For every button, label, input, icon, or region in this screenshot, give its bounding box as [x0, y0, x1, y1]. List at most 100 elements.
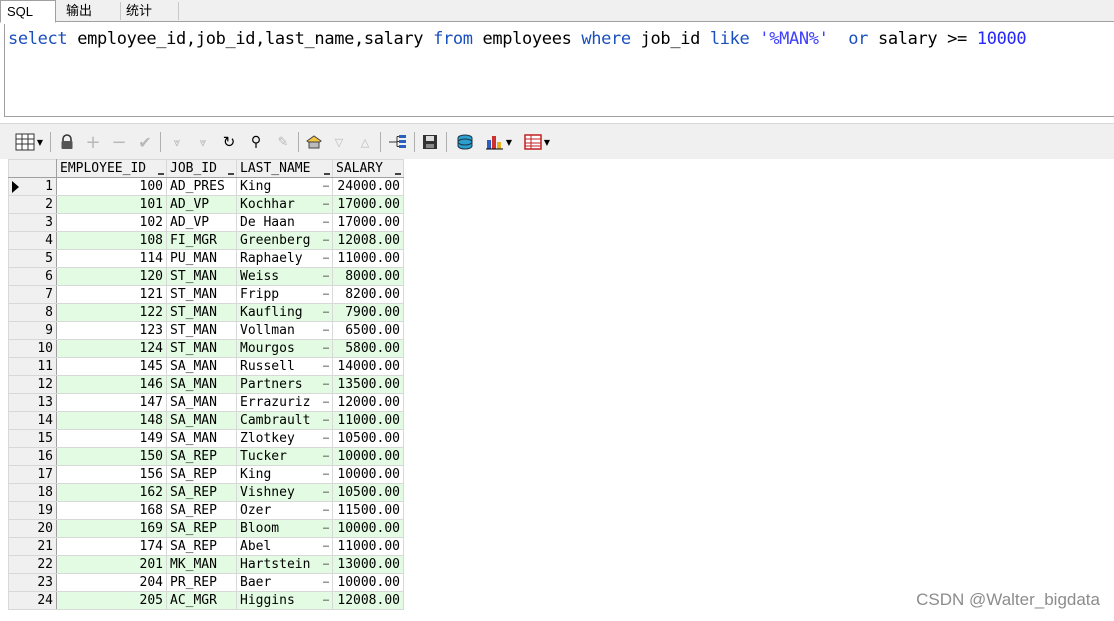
cell-job-id[interactable]: SA_REP [166, 447, 237, 466]
tab-output[interactable]: 输出 [60, 0, 118, 22]
ellipsis-icon[interactable]: … [323, 179, 329, 194]
cell-employee-id[interactable]: 121 [56, 285, 167, 304]
cell-last-name[interactable]: Fripp… [236, 285, 333, 304]
table-row[interactable]: 13 147 SA_MAN Errazuriz … 12000.00 [8, 393, 404, 412]
cell-job-id[interactable]: SA_REP [166, 501, 237, 520]
cell-last-name[interactable]: Mourgos… [236, 339, 333, 358]
row-number[interactable]: 16 [8, 447, 57, 466]
cell-employee-id[interactable]: 123 [56, 321, 167, 340]
cell-job-id[interactable]: SA_MAN [166, 375, 237, 394]
column-resize-handle[interactable] [395, 173, 401, 175]
column-header-salary[interactable]: SALARY [332, 159, 404, 178]
table-row[interactable]: 12 146 SA_MAN Partners … 13500.00 [8, 375, 404, 394]
table-row[interactable]: 9 123 ST_MAN Vollman … 6500.00 [8, 321, 404, 340]
cell-job-id[interactable]: SA_MAN [166, 411, 237, 430]
cell-last-name[interactable]: Greenberg… [236, 231, 333, 250]
delete-record-icon[interactable]: − [110, 132, 128, 153]
cell-job-id[interactable]: SA_MAN [166, 393, 237, 412]
ellipsis-icon[interactable]: … [323, 485, 329, 500]
cell-employee-id[interactable]: 201 [56, 555, 167, 574]
ellipsis-icon[interactable]: … [323, 251, 329, 266]
sql-statement[interactable]: select employee_id,job_id,last_name,sala… [8, 27, 1027, 51]
cell-salary[interactable]: 10000.00 [332, 465, 404, 484]
cell-job-id[interactable]: SA_REP [166, 483, 237, 502]
row-number[interactable]: 8 [8, 303, 57, 322]
cell-job-id[interactable]: AD_VP [166, 213, 237, 232]
cell-last-name[interactable]: Zlotkey… [236, 429, 333, 448]
cell-last-name[interactable]: Vishney… [236, 483, 333, 502]
cell-salary[interactable]: 17000.00 [332, 213, 404, 232]
row-number[interactable]: 11 [8, 357, 57, 376]
save-icon[interactable] [420, 132, 440, 152]
query-all-icon[interactable]: ⩔ [194, 132, 212, 152]
cell-job-id[interactable]: SA_REP [166, 537, 237, 556]
clear-icon[interactable]: ✎ [274, 132, 292, 152]
row-number[interactable]: 24 [8, 591, 57, 610]
ellipsis-icon[interactable]: … [323, 197, 329, 212]
column-resize-handle[interactable] [158, 173, 164, 175]
cell-last-name[interactable]: Bloom… [236, 519, 333, 538]
table-row[interactable]: 11 145 SA_MAN Russell … 14000.00 [8, 357, 404, 376]
cell-salary[interactable]: 12008.00 [332, 591, 404, 610]
cell-salary[interactable]: 10000.00 [332, 447, 404, 466]
cell-employee-id[interactable]: 122 [56, 303, 167, 322]
tab-sql[interactable]: SQL [0, 0, 56, 23]
row-number[interactable]: 7 [8, 285, 57, 304]
row-number[interactable]: 12 [8, 375, 57, 394]
cell-salary[interactable]: 10500.00 [332, 429, 404, 448]
row-number[interactable]: 23 [8, 573, 57, 592]
table-row[interactable]: 3 102 AD_VP De Haan … 17000.00 [8, 213, 404, 232]
ellipsis-icon[interactable]: … [323, 215, 329, 230]
row-number[interactable]: 3 [8, 213, 57, 232]
single-record-icon[interactable] [304, 132, 324, 152]
cell-salary[interactable]: 7900.00 [332, 303, 404, 322]
cell-last-name[interactable]: Abel… [236, 537, 333, 556]
cell-last-name[interactable]: Ozer… [236, 501, 333, 520]
export-icon[interactable] [454, 132, 476, 152]
grid-options-icon[interactable]: ▼ [12, 132, 46, 152]
table-row[interactable]: 18 162 SA_REP Vishney … 10500.00 [8, 483, 404, 502]
cell-employee-id[interactable]: 148 [56, 411, 167, 430]
ellipsis-icon[interactable]: … [323, 359, 329, 374]
table-row[interactable]: 14 148 SA_MAN Cambrault … 11000.00 [8, 411, 404, 430]
query-tree-icon[interactable] [386, 132, 408, 152]
cell-employee-id[interactable]: 145 [56, 357, 167, 376]
ellipsis-icon[interactable]: … [323, 305, 329, 320]
cell-job-id[interactable]: ST_MAN [166, 321, 237, 340]
cell-salary[interactable]: 6500.00 [332, 321, 404, 340]
cell-job-id[interactable]: AC_MGR [166, 591, 237, 610]
cell-job-id[interactable]: FI_MGR [166, 231, 237, 250]
cell-employee-id[interactable]: 120 [56, 267, 167, 286]
cell-salary[interactable]: 12000.00 [332, 393, 404, 412]
table-row[interactable]: 16 150 SA_REP Tucker … 10000.00 [8, 447, 404, 466]
row-number[interactable]: 6 [8, 267, 57, 286]
cell-last-name[interactable]: Cambrault… [236, 411, 333, 430]
ellipsis-icon[interactable]: … [323, 503, 329, 518]
cell-employee-id[interactable]: 168 [56, 501, 167, 520]
cell-last-name[interactable]: Raphaely… [236, 249, 333, 268]
table-row[interactable]: 1 100 AD_PRES King … 24000.00 [8, 177, 404, 196]
cell-employee-id[interactable]: 124 [56, 339, 167, 358]
cell-employee-id[interactable]: 156 [56, 465, 167, 484]
ellipsis-icon[interactable]: … [323, 521, 329, 536]
table-row[interactable]: 24 205 AC_MGR Higgins … 12008.00 [8, 591, 404, 610]
row-number[interactable]: 9 [8, 321, 57, 340]
sort-asc-icon[interactable]: △ [356, 132, 374, 152]
table-row[interactable]: 22 201 MK_MAN Hartstein … 13000.00 [8, 555, 404, 574]
cell-job-id[interactable]: ST_MAN [166, 303, 237, 322]
row-number[interactable]: 19 [8, 501, 57, 520]
cell-last-name[interactable]: Errazuriz… [236, 393, 333, 412]
query-next-icon[interactable]: ⩔ [168, 132, 186, 152]
table-row[interactable]: 19 168 SA_REP Ozer … 11500.00 [8, 501, 404, 520]
cell-job-id[interactable]: ST_MAN [166, 267, 237, 286]
sort-desc-icon[interactable]: ▽ [330, 132, 348, 152]
column-header-job-id[interactable]: JOB_ID [166, 159, 237, 178]
cell-job-id[interactable]: SA_MAN [166, 429, 237, 448]
cell-job-id[interactable]: SA_REP [166, 465, 237, 484]
table-row[interactable]: 7 121 ST_MAN Fripp … 8200.00 [8, 285, 404, 304]
cell-last-name[interactable]: Higgins… [236, 591, 333, 610]
table-row[interactable]: 21 174 SA_REP Abel … 11000.00 [8, 537, 404, 556]
row-number[interactable]: 5 [8, 249, 57, 268]
table-view-icon[interactable]: ▼ [520, 132, 554, 152]
row-number[interactable]: 2 [8, 195, 57, 214]
